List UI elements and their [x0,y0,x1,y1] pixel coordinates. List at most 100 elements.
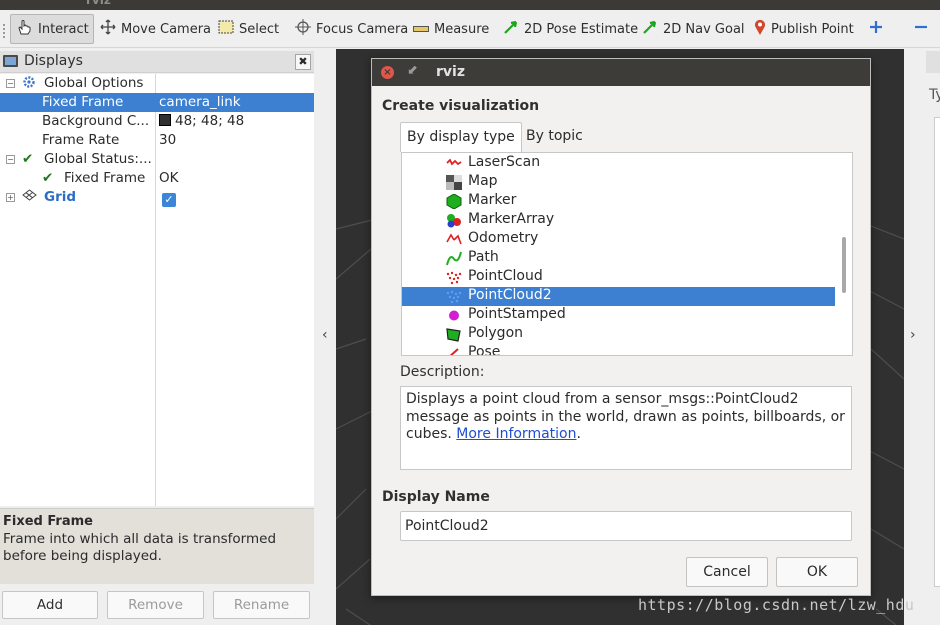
select-label: Select [239,21,280,37]
list-scrollbar[interactable] [840,155,850,353]
toolbar: Interact Move Camera Select Focus Camera… [0,10,940,48]
focus-camera-tool-button[interactable]: Focus Camera [295,14,408,44]
list-item-map[interactable]: Map [402,173,835,192]
list-item-polygon[interactable]: Polygon [402,325,835,344]
tree-row-status-fixed-frame[interactable]: ✔ Fixed Frame OK [0,169,314,188]
window-title-strip: rviz [0,0,940,10]
views-list[interactable] [934,117,940,587]
ok-button[interactable]: OK [776,557,858,587]
focus-camera-label: Focus Camera [316,21,409,37]
measure-tool-button[interactable]: Measure [413,14,489,44]
watermark: https://blog.csdn.net/lzw_hdu [638,596,915,614]
list-item-marker[interactable]: Marker [402,192,835,211]
scrollbar-thumb[interactable] [842,237,846,293]
odometry-icon [446,232,462,247]
displays-tree: − Global Options Fixed Frame camera_link… [0,74,314,506]
select-tool-button[interactable]: Select [218,14,279,44]
select-rectangle-icon [218,20,234,38]
list-item-path[interactable]: Path [402,249,835,268]
tree-label: Background C... [42,113,150,129]
more-information-link[interactable]: More Information [456,426,576,442]
list-item-markerarray[interactable]: MarkerArray [402,211,835,230]
add-button[interactable]: Add [2,591,98,619]
tree-row-frame-rate[interactable]: Frame Rate 30 [0,131,314,150]
list-item-label: PointStamped [468,306,566,322]
2d-pose-estimate-tool-button[interactable]: 2D Pose Estimate [503,14,638,44]
move-camera-tool-button[interactable]: Move Camera [100,14,211,44]
list-item-pointstamped[interactable]: PointStamped [402,306,835,325]
tree-row-grid[interactable]: + Grid ✓ [0,188,314,207]
publish-point-tool-button[interactable]: Publish Point [754,14,854,44]
tab-by-display-type[interactable]: By display type [400,122,522,152]
close-icon[interactable]: × [381,66,394,79]
create-visualization-heading: Create visualization [382,98,540,114]
gear-icon [22,75,36,93]
list-item-pointcloud[interactable]: PointCloud [402,268,835,287]
description-label: Description: [400,364,485,380]
chevron-right-icon[interactable]: › [910,327,916,343]
list-item-label: Odometry [468,230,539,246]
tree-label: Frame Rate [42,132,120,148]
list-item-pointcloud2[interactable]: PointCloud2 [402,287,835,306]
laserscan-icon [446,156,462,171]
remove-button[interactable]: Remove [107,591,204,619]
tab-by-topic[interactable]: By topic [520,122,589,152]
plus-icon [868,19,884,39]
hand-pointer-icon [15,18,33,40]
description-text: Frame into which all data is transformed… [3,531,277,564]
close-icon[interactable]: ✖ [295,54,311,70]
display-name-input[interactable]: PointCloud2 [400,511,852,541]
marker-array-icon [446,213,462,228]
views-panel-header [926,51,940,73]
tree-row-background-color[interactable]: Background C... 48; 48; 48 [0,112,314,131]
green-arrow-icon [642,19,658,39]
description-box: Displays a point cloud from a sensor_msg… [400,386,852,470]
window-title: rviz [86,0,111,7]
minus-icon [914,19,928,39]
pointcloud-icon [446,270,462,285]
list-item-label: Polygon [468,325,524,341]
tree-value[interactable]: 30 [159,132,176,148]
list-item-pose[interactable]: Pose [402,344,835,356]
list-item-laserscan[interactable]: LaserScan [402,154,835,173]
list-item-label: PointCloud [468,268,543,284]
remove-tool-button[interactable] [914,14,928,44]
pose-icon [446,346,462,355]
interact-tool-button[interactable]: Interact [10,14,94,44]
tree-label: Fixed Frame [64,170,146,186]
toolbar-grip[interactable] [3,24,5,38]
minimize-icon[interactable]: ⬋ [407,63,418,78]
cancel-button[interactable]: Cancel [686,557,768,587]
rename-button[interactable]: Rename [213,591,310,619]
list-item-label: Pose [468,344,501,356]
collapse-icon[interactable]: − [6,155,15,164]
tree-value[interactable]: camera_link [159,94,241,110]
color-swatch [159,114,171,126]
collapse-icon[interactable]: − [6,79,15,88]
expand-icon[interactable]: + [6,193,15,202]
interact-tool-label: Interact [38,21,89,37]
path-icon [446,251,462,266]
tree-value-color[interactable]: 48; 48; 48 [159,113,244,129]
move-camera-icon [100,19,116,39]
chevron-left-icon[interactable]: ‹ [322,327,328,343]
tree-row-global-options[interactable]: − Global Options [0,74,314,93]
2d-nav-goal-label: 2D Nav Goal [663,21,745,37]
tree-row-global-status[interactable]: − ✔ Global Status:... [0,150,314,169]
right-collapse-strip: › [904,49,926,625]
tree-label: Global Status:... [44,151,152,167]
left-collapse-strip: ‹ [316,49,338,625]
add-tool-button[interactable] [868,14,884,44]
grid-icon [22,189,37,205]
color-value: 48; 48; 48 [175,113,245,129]
tree-row-fixed-frame[interactable]: Fixed Frame camera_link [0,93,314,112]
views-type-label: Ty [929,87,940,103]
grid-enabled-checkbox[interactable]: ✓ [162,189,176,207]
displays-panel-header: Displays ✖ [0,51,314,73]
dialog-titlebar[interactable]: × ⬋ rviz [372,59,870,86]
property-description: Fixed Frame Frame into which all data is… [0,508,314,584]
list-item-label: MarkerArray [468,211,555,227]
list-item-odometry[interactable]: Odometry [402,230,835,249]
list-item-label: Path [468,249,499,265]
2d-nav-goal-tool-button[interactable]: 2D Nav Goal [642,14,745,44]
